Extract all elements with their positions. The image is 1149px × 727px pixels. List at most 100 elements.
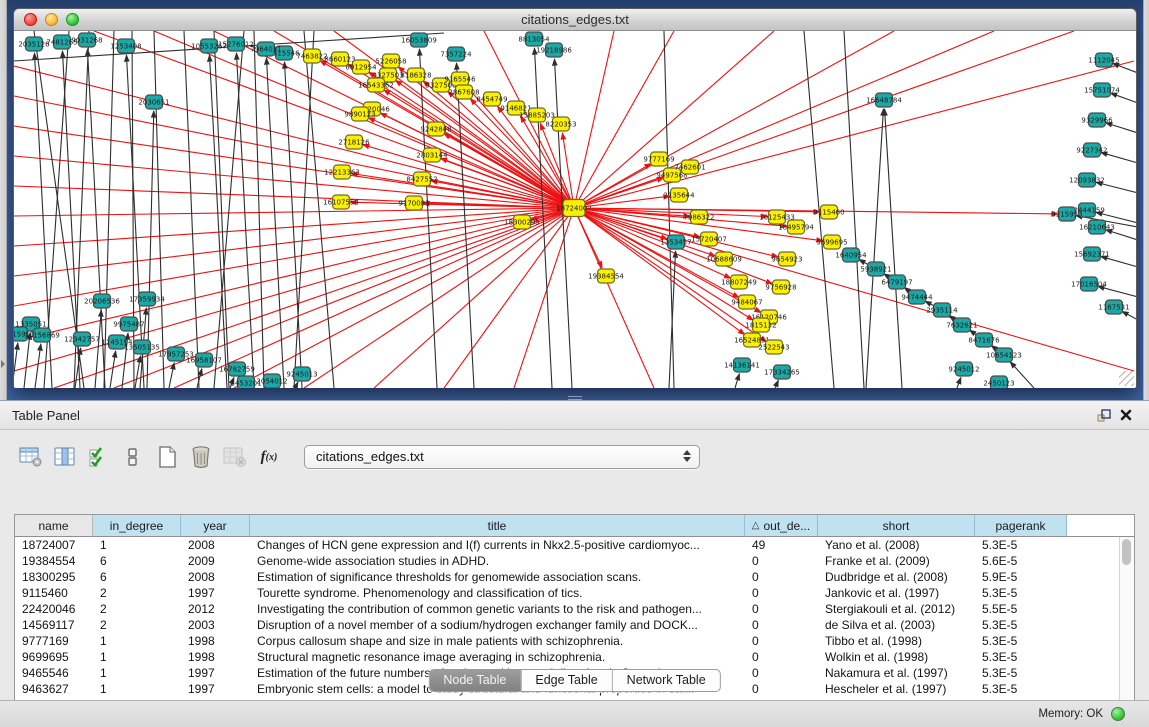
cell-name[interactable]: 9463627 bbox=[15, 681, 93, 697]
graph-node[interactable]: 16648784 bbox=[866, 93, 902, 107]
graph-node[interactable]: 9777169 bbox=[643, 152, 674, 166]
graph-node[interactable]: 12213363 bbox=[324, 165, 360, 179]
cell-year[interactable]: 2012 bbox=[181, 601, 250, 617]
graph-node[interactable]: 1112045 bbox=[1088, 53, 1119, 67]
network-view-window[interactable]: citations_edges.txt 74638228660123891295… bbox=[13, 8, 1137, 388]
graph-node[interactable]: 8813054 bbox=[518, 32, 550, 46]
graph-node[interactable]: 2035126 bbox=[18, 37, 50, 51]
graph-node[interactable]: 1640954 bbox=[835, 248, 867, 262]
cell-name[interactable]: 19384554 bbox=[15, 553, 93, 569]
float-panel-icon[interactable] bbox=[1093, 405, 1115, 425]
delete-table-icon[interactable] bbox=[186, 444, 216, 470]
cell-name[interactable]: 9699695 bbox=[15, 649, 93, 665]
cell-short[interactable]: Yano et al. (2008) bbox=[818, 537, 975, 553]
cell-in_degree[interactable]: 2 bbox=[93, 601, 181, 617]
cell-in_degree[interactable]: 1 bbox=[93, 665, 181, 681]
graph-node[interactable]: 9654923 bbox=[771, 252, 802, 266]
cell-in_degree[interactable]: 1 bbox=[93, 649, 181, 665]
cell-out_de[interactable]: 0 bbox=[745, 633, 818, 649]
cell-in_degree[interactable]: 6 bbox=[93, 553, 181, 569]
column-header-in_degree[interactable]: in_degree bbox=[93, 515, 181, 537]
graph-node[interactable]: 2935114 bbox=[926, 303, 958, 317]
cell-short[interactable]: Nakamura et al. (1997) bbox=[818, 665, 975, 681]
cell-name[interactable]: 9777169 bbox=[15, 633, 93, 649]
tab-network-table[interactable]: Network Table bbox=[613, 670, 720, 691]
cell-out_de[interactable]: 0 bbox=[745, 585, 818, 601]
cell-name[interactable]: 18300295 bbox=[15, 569, 93, 585]
cell-name[interactable]: 9115460 bbox=[15, 585, 93, 601]
cell-out_de[interactable]: 0 bbox=[745, 601, 818, 617]
cell-short[interactable]: Jankovic et al. (1997) bbox=[818, 585, 975, 601]
graph-node[interactable]: 16107554 bbox=[323, 195, 359, 209]
cell-title[interactable]: Estimation of significance thresholds fo… bbox=[250, 569, 745, 585]
column-header-title[interactable]: title bbox=[250, 515, 745, 537]
graph-node[interactable]: 12093832 bbox=[1069, 173, 1105, 187]
network-canvas[interactable]: 7463822866012389129545226058932750381863… bbox=[14, 31, 1136, 388]
cell-year[interactable]: 2008 bbox=[181, 569, 250, 585]
cell-year[interactable]: 2008 bbox=[181, 537, 250, 553]
column-header-year[interactable]: year bbox=[181, 515, 250, 537]
minimize-window-icon[interactable] bbox=[45, 13, 58, 26]
cell-title[interactable]: Structural magnetic resonance image aver… bbox=[250, 649, 745, 665]
graph-node[interactable]: 5938921 bbox=[860, 262, 891, 276]
cell-title[interactable]: Corpus callosum shape and size in male p… bbox=[250, 633, 745, 649]
table-row[interactable]: 977716911998Corpus callosum shape and si… bbox=[15, 633, 1134, 649]
table-select-dropdown[interactable]: citations_edges.txt bbox=[304, 445, 700, 469]
cell-title[interactable]: Changes of HCN gene expression and I(f) … bbox=[250, 537, 745, 553]
cell-title[interactable]: Disruption of a novel member of a sodium… bbox=[250, 617, 745, 633]
graph-node[interactable]: 9115460 bbox=[813, 205, 844, 219]
right-panel-gripper[interactable] bbox=[1143, 0, 1149, 400]
cell-year[interactable]: 2003 bbox=[181, 617, 250, 633]
cell-pagerank[interactable]: 5.9E-5 bbox=[975, 569, 1067, 585]
cell-in_degree[interactable]: 2 bbox=[93, 617, 181, 633]
graph-node[interactable]: 2450123 bbox=[983, 376, 1014, 388]
graph-node[interactable]: 10688609 bbox=[706, 252, 742, 266]
cell-title[interactable]: Tourette syndrome. Phenomenology and cla… bbox=[250, 585, 745, 601]
graph-node[interactable]: 16782759 bbox=[219, 362, 255, 376]
cell-in_degree[interactable]: 1 bbox=[93, 681, 181, 697]
delete-columns-icon[interactable] bbox=[220, 444, 250, 470]
show-columns-icon[interactable] bbox=[50, 444, 80, 470]
zoom-window-icon[interactable] bbox=[66, 13, 79, 26]
graph-node[interactable]: 7463822 bbox=[296, 49, 327, 63]
graph-node[interactable]: 9227342 bbox=[1076, 143, 1107, 157]
cell-out_de[interactable]: 0 bbox=[745, 665, 818, 681]
graph-node[interactable]: 9756928 bbox=[765, 280, 796, 294]
cell-name[interactable]: 14569117 bbox=[15, 617, 93, 633]
cell-pagerank[interactable]: 5.3E-5 bbox=[975, 665, 1067, 681]
cell-name[interactable]: 22420046 bbox=[15, 601, 93, 617]
cell-in_degree[interactable]: 1 bbox=[93, 537, 181, 553]
window-resize-grip[interactable] bbox=[1119, 371, 1134, 386]
graph-node[interactable]: 1253408 bbox=[110, 39, 141, 53]
graph-node[interactable]: 9245012 bbox=[948, 362, 979, 376]
graph-node[interactable]: 5226058 bbox=[375, 54, 406, 68]
graph-node[interactable]: 9474444 bbox=[901, 290, 933, 304]
graph-node[interactable]: 18807249 bbox=[721, 275, 757, 289]
cell-year[interactable]: 1998 bbox=[181, 633, 250, 649]
cell-name[interactable]: 18724007 bbox=[15, 537, 93, 553]
cell-pagerank[interactable]: 5.5E-5 bbox=[975, 601, 1067, 617]
cell-out_de[interactable]: 0 bbox=[745, 617, 818, 633]
cell-in_degree[interactable]: 6 bbox=[93, 569, 181, 585]
close-panel-icon[interactable] bbox=[1115, 405, 1137, 425]
scrollbar-thumb[interactable] bbox=[1122, 539, 1131, 565]
cell-year[interactable]: 1997 bbox=[181, 665, 250, 681]
graph-node[interactable]: 8471676 bbox=[968, 333, 1000, 347]
column-header-out_de[interactable]: △out_de... bbox=[745, 515, 818, 537]
graph-node[interactable]: 7357224 bbox=[440, 47, 472, 61]
graph-node[interactable]: 2030651 bbox=[138, 95, 169, 109]
graph-node[interactable]: 8186328 bbox=[400, 68, 431, 82]
graph-node[interactable]: 7986322 bbox=[683, 210, 714, 224]
graph-node[interactable]: 19384554 bbox=[588, 269, 624, 283]
tab-edge-table[interactable]: Edge Table bbox=[521, 670, 612, 691]
cell-in_degree[interactable]: 2 bbox=[93, 585, 181, 601]
cell-name[interactable]: 9465546 bbox=[15, 665, 93, 681]
column-header-short[interactable]: short bbox=[818, 515, 975, 537]
clear-selection-icon[interactable] bbox=[118, 444, 148, 470]
cell-out_de[interactable]: 0 bbox=[745, 649, 818, 665]
tab-node-table[interactable]: Node Table bbox=[429, 670, 521, 691]
table-row[interactable]: 2242004622012Investigating the contribut… bbox=[15, 601, 1134, 617]
table-row[interactable]: 911546021997Tourette syndrome. Phenomeno… bbox=[15, 585, 1134, 601]
cell-year[interactable]: 1998 bbox=[181, 649, 250, 665]
cell-out_de[interactable]: 0 bbox=[745, 569, 818, 585]
